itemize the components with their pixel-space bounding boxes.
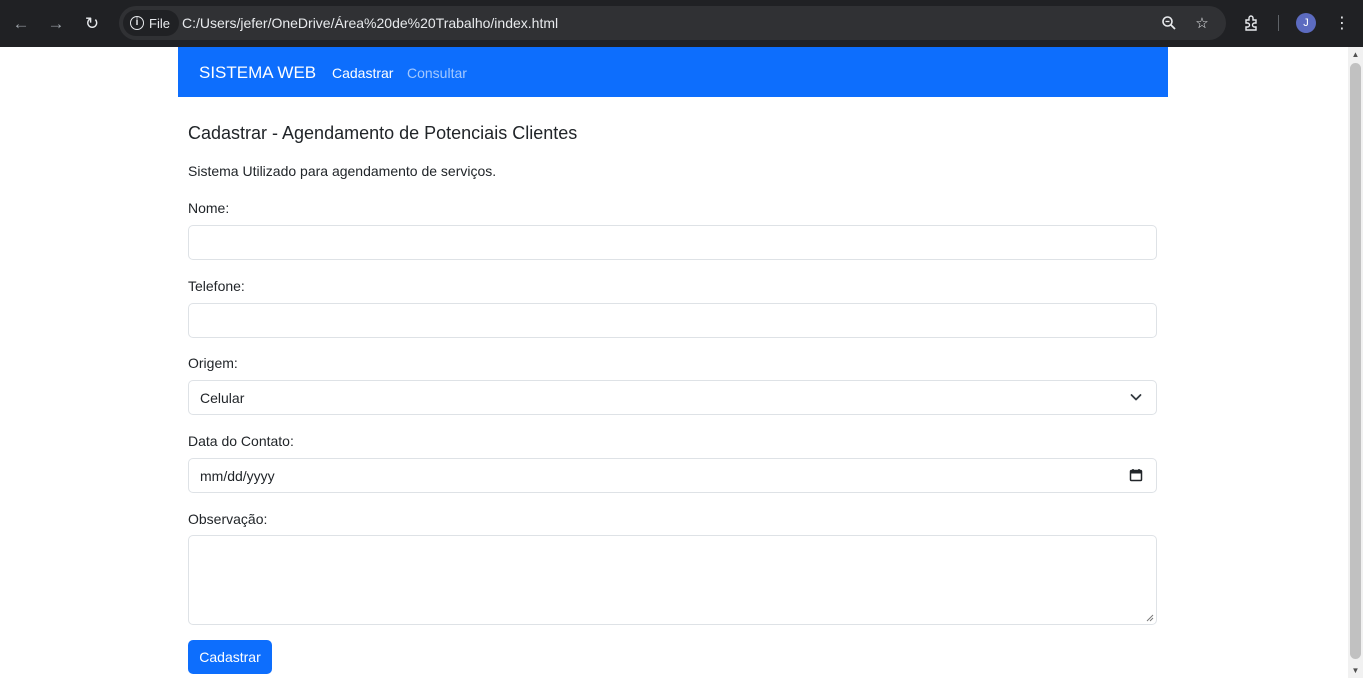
cadastrar-button[interactable]: Cadastrar <box>188 640 272 674</box>
scroll-down-arrow-icon[interactable]: ▼ <box>1348 663 1363 678</box>
scroll-up-arrow-icon[interactable]: ▲ <box>1348 47 1363 62</box>
site-chip-label: File <box>149 15 170 31</box>
bookmark-star-icon[interactable]: ☆ <box>1192 13 1212 33</box>
browser-toolbar: ← → ↻ i File C:/Users/jefer/OneDrive/Áre… <box>0 0 1363 47</box>
page-scrollbar[interactable]: ▲ ▼ <box>1348 47 1363 678</box>
zoom-icon[interactable] <box>1159 13 1179 33</box>
page-title: Cadastrar - Agendamento de Potenciais Cl… <box>188 123 578 143</box>
observacao-textarea[interactable] <box>188 535 1157 625</box>
nav-link-consultar[interactable]: Consultar <box>407 65 467 81</box>
resize-grip-icon[interactable] <box>1146 614 1154 622</box>
forward-icon[interactable]: → <box>43 10 69 36</box>
toolbar-divider <box>1278 15 1279 31</box>
menu-kebab-icon[interactable]: ⋮ <box>1331 12 1353 34</box>
chevron-down-icon <box>1130 394 1142 401</box>
page-description: Sistema Utilizado para agendamento de se… <box>188 163 497 179</box>
nav-link-cadastrar[interactable]: Cadastrar <box>332 65 393 81</box>
origem-selected-value: Celular <box>200 389 245 406</box>
info-icon: i <box>130 16 144 30</box>
scroll-thumb[interactable] <box>1350 63 1361 659</box>
navbar-brand[interactable]: SISTEMA WEB <box>199 63 316 83</box>
back-icon[interactable]: ← <box>8 10 34 36</box>
url-text[interactable]: C:/Users/jefer/OneDrive/Área%20de%20Trab… <box>182 15 558 31</box>
address-bar[interactable]: i File C:/Users/jefer/OneDrive/Área%20de… <box>119 6 1226 40</box>
telefone-input[interactable] <box>188 303 1157 338</box>
data-contato-label: Data do Contato: <box>188 433 294 449</box>
top-navbar: SISTEMA WEB Cadastrar Consultar <box>178 47 1168 97</box>
nome-label: Nome: <box>188 200 230 216</box>
data-contato-input[interactable]: mm/dd/yyyy <box>188 458 1157 493</box>
profile-avatar[interactable]: J <box>1296 13 1316 33</box>
calendar-icon[interactable] <box>1129 468 1143 482</box>
date-placeholder: mm/dd/yyyy <box>200 467 275 484</box>
reload-icon[interactable]: ↻ <box>79 10 105 36</box>
nome-input[interactable] <box>188 225 1157 260</box>
observacao-label: Observação: <box>188 511 268 527</box>
extensions-icon[interactable] <box>1241 12 1263 34</box>
telefone-label: Telefone: <box>188 278 245 294</box>
site-info-chip[interactable]: i File <box>123 10 179 36</box>
origem-label: Origem: <box>188 355 238 371</box>
origem-select[interactable]: Celular <box>188 380 1157 415</box>
